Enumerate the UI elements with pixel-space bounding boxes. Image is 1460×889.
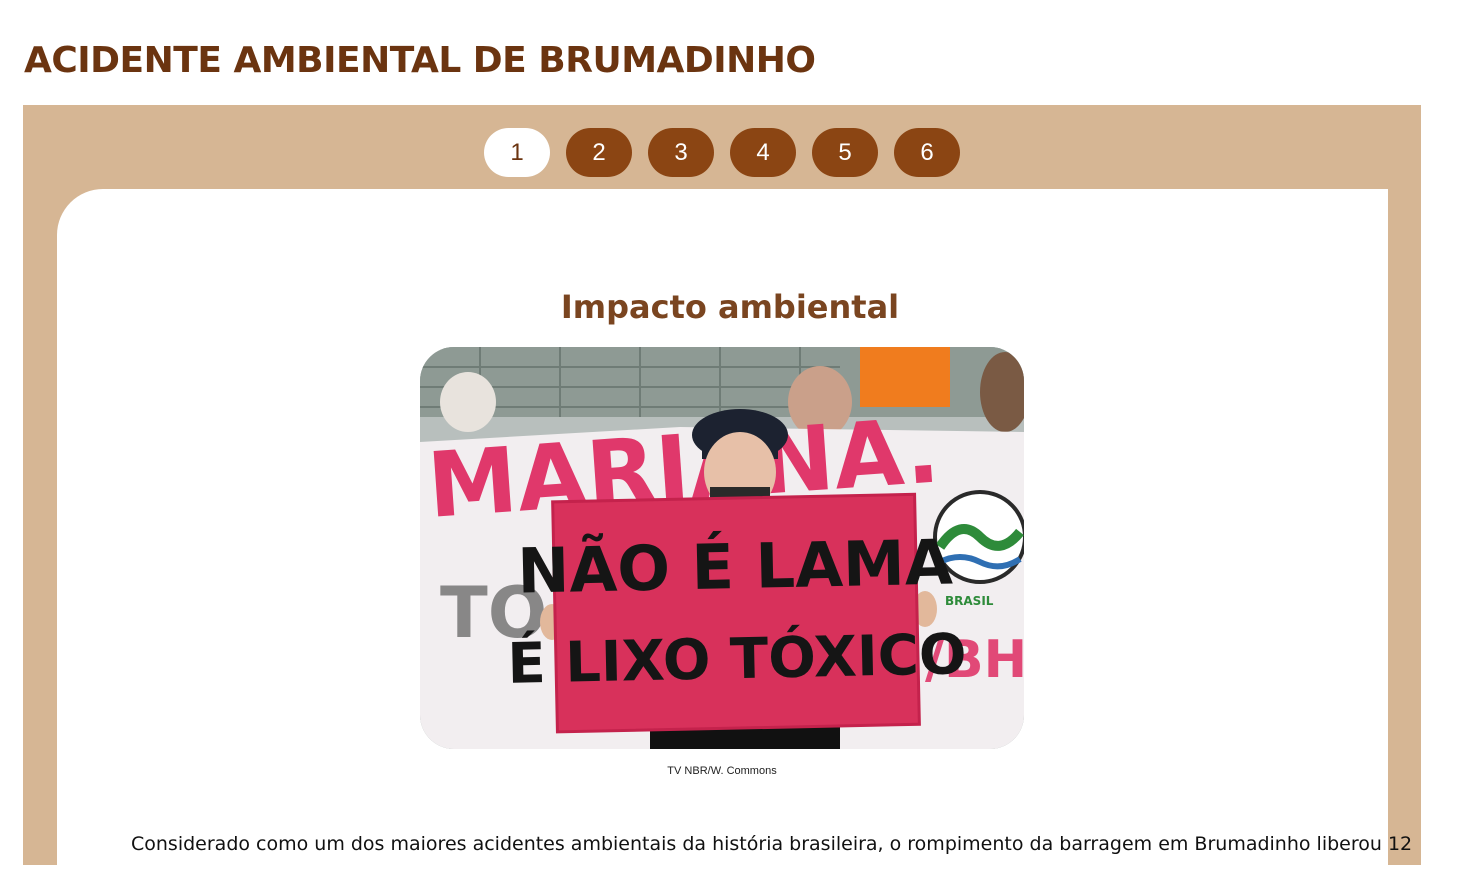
sign-line-2: É LIXO TÓXICO [507, 621, 967, 697]
page-button-5[interactable]: 5 [812, 128, 878, 177]
page-button-4[interactable]: 4 [730, 128, 796, 177]
page-button-1[interactable]: 1 [484, 128, 550, 177]
protest-photo: MARIANA. TODOS BRASIL /BH NÃO É LAMA É L… [420, 347, 1024, 749]
page-title: ACIDENTE AMBIENTAL DE BRUMADINHO [24, 40, 816, 81]
sign-line-1: NÃO É LAMA [517, 526, 954, 608]
slide-pagination: 1 2 3 4 5 6 [484, 128, 960, 177]
page-button-3[interactable]: 3 [648, 128, 714, 177]
slide-body-text: Considerado como um dos maiores acidente… [131, 833, 1413, 855]
photo-credit: TV NBR/W. Commons [667, 765, 777, 777]
slide-heading: Impacto ambiental [560, 288, 900, 326]
page-button-2[interactable]: 2 [566, 128, 632, 177]
protest-photo-illustration: MARIANA. TODOS BRASIL /BH NÃO É LAMA É L… [420, 347, 1024, 749]
page-button-6[interactable]: 6 [894, 128, 960, 177]
